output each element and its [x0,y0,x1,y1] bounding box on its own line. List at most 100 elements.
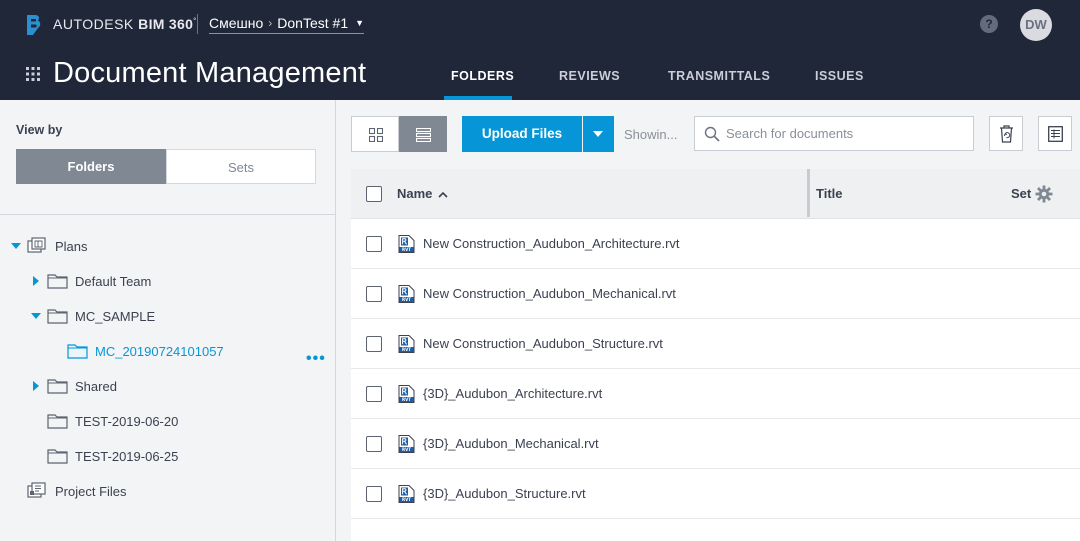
tab-reviews[interactable]: REVIEWS [559,69,620,83]
column-resize-handle[interactable] [807,169,810,217]
rvt-file-icon: RVT [398,235,415,253]
file-type-badge: RVT [402,247,411,252]
table-row[interactable]: RVT {3D}_Audubon_Architecture.rvt [351,369,1080,419]
view-by-label: View by [16,123,63,137]
search-input[interactable] [726,117,966,150]
tree-item-plans[interactable]: Plans [0,235,336,257]
tab-issues[interactable]: ISSUES [815,69,864,83]
tree-item-shared[interactable]: Shared [0,375,336,397]
tree-item-test-2019-06-25[interactable]: TEST-2019-06-25 [0,445,336,467]
project-files-icon [27,482,46,498]
rvt-file-icon: RVT [398,335,415,353]
file-type-badge: RVT [402,497,411,502]
tree-item-label: Shared [75,379,117,394]
gear-icon[interactable] [1035,185,1053,203]
folder-icon [47,414,68,429]
documents-table: Name Title Set RVT New Construction_Audub… [351,169,1080,541]
list-view-button[interactable] [399,116,447,152]
project-breadcrumb[interactable]: Смешно › DonTest #1 ▼ [209,15,365,34]
file-name[interactable]: New Construction_Audubon_Architecture.rv… [423,236,680,251]
spreadsheet-icon [1048,126,1063,142]
table-row[interactable]: RVT New Construction_Audubon_Mechanical.r… [351,269,1080,319]
tree-item-label: Project Files [55,484,127,499]
file-type-badge: RVT [402,297,411,302]
rvt-file-icon: RVT [398,385,415,403]
tree-item-mc-20190724101057[interactable]: MC_20190724101057 [0,340,300,362]
chevron-down-icon[interactable]: ▼ [355,18,364,28]
search-box[interactable] [694,116,974,151]
deleted-items-button[interactable] [989,116,1023,151]
app-switcher-icon[interactable] [25,66,41,82]
rvt-file-icon: RVT [398,435,415,453]
row-checkbox[interactable] [366,236,382,252]
rvt-file-icon: RVT [398,485,415,503]
view-sets-button[interactable]: Sets [166,149,316,184]
tree-item-project-files[interactable]: Project Files [0,480,336,502]
tree-item-label: MC_20190724101057 [95,344,224,359]
table-row[interactable]: RVT New Construction_Audubon_Structure.rv… [351,319,1080,369]
plans-icon [27,237,46,253]
list-view-icon [416,128,431,142]
table-settings-button[interactable] [1038,116,1072,151]
file-type-badge: RVT [402,347,411,352]
folder-sidebar: View by Folders Sets Plans Default Team … [0,100,336,541]
file-name[interactable]: New Construction_Audubon_Mechanical.rvt [423,286,676,301]
upload-files-button[interactable]: Upload Files [462,116,582,152]
row-checkbox[interactable] [366,286,382,302]
breadcrumb-project[interactable]: DonTest #1 [277,15,348,31]
folder-icon [47,309,68,324]
grid-view-icon [369,128,383,142]
page-title: Document Management [53,57,367,89]
row-checkbox[interactable] [366,386,382,402]
expand-toggle-icon[interactable] [11,243,21,249]
brand-name: AUTODESK BIM 360° [53,16,197,32]
file-type-badge: RVT [402,447,411,452]
table-row[interactable]: RVT {3D}_Audubon_Structure.rvt [351,469,1080,519]
expand-toggle-icon[interactable] [33,276,39,286]
tree-item-default-team[interactable]: Default Team [0,270,336,292]
folder-icon [47,274,68,289]
help-icon[interactable]: ? [980,15,998,33]
select-all-checkbox[interactable] [366,186,382,202]
folder-icon [47,449,68,464]
column-header-set[interactable]: Set [1011,186,1031,201]
avatar[interactable]: DW [1020,9,1052,41]
sort-ascending-icon [438,191,448,198]
tree-item-label: TEST-2019-06-25 [75,449,179,464]
folder-icon [47,379,68,394]
column-header-title[interactable]: Title [816,186,843,201]
row-checkbox[interactable] [366,486,382,502]
grid-view-button[interactable] [351,116,399,152]
expand-toggle-icon[interactable] [31,313,41,319]
tree-item-test-2019-06-20[interactable]: TEST-2019-06-20 [0,410,336,432]
tree-item-label: Default Team [75,274,152,289]
file-name[interactable]: {3D}_Audubon_Mechanical.rvt [423,436,599,451]
chevron-right-icon: › [268,16,273,30]
tree-item-label: MC_SAMPLE [75,309,156,324]
table-row[interactable]: RVT New Construction_Audubon_Architecture… [351,219,1080,269]
view-folders-button[interactable]: Folders [16,149,166,184]
folder-more-options-icon[interactable]: ••• [306,350,326,368]
recycle-bin-icon [1000,125,1013,143]
table-header: Name Title Set [351,169,1080,219]
file-name[interactable]: New Construction_Audubon_Structure.rvt [423,336,663,351]
bim360-logo-icon [27,15,41,35]
search-icon [704,126,720,142]
table-row[interactable]: RVT {3D}_Audubon_Mechanical.rvt [351,419,1080,469]
tree-item-label: Plans [55,239,88,254]
file-type-badge: RVT [402,397,411,402]
tab-transmittals[interactable]: TRANSMITTALS [668,69,770,83]
app-header: AUTODESK BIM 360° Смешно › DonTest #1 ▼ … [0,0,1080,100]
expand-toggle-icon[interactable] [33,381,39,391]
tab-folders[interactable]: FOLDERS [451,69,514,83]
file-name[interactable]: {3D}_Audubon_Structure.rvt [423,486,586,501]
showing-filter[interactable]: Showin... [624,127,677,142]
file-name[interactable]: {3D}_Audubon_Architecture.rvt [423,386,602,401]
tree-item-mc-sample[interactable]: MC_SAMPLE [0,305,336,327]
row-checkbox[interactable] [366,436,382,452]
row-checkbox[interactable] [366,336,382,352]
upload-options-dropdown[interactable] [583,116,614,152]
column-header-name[interactable]: Name [397,186,448,201]
rvt-file-icon: RVT [398,285,415,303]
breadcrumb-account[interactable]: Смешно [209,15,263,31]
